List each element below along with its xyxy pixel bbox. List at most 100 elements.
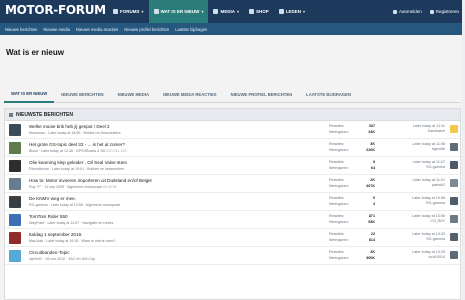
thread-pages[interactable]: 220 221 222 xyxy=(107,149,127,153)
last-post-user[interactable]: SG-gamma xyxy=(381,237,445,241)
nav-item-media[interactable]: MEDIA ▾ xyxy=(208,0,244,23)
views-count: 93K xyxy=(368,219,375,224)
login-label: Aanmelden xyxy=(398,9,422,14)
register-link[interactable]: Registreren xyxy=(429,9,459,14)
avatar[interactable] xyxy=(450,197,458,205)
tab-nieuwe-berichten[interactable]: NIEUWE BERICHTEN xyxy=(54,87,110,103)
avatar[interactable] xyxy=(450,179,458,187)
thread-thumbnail[interactable] xyxy=(9,250,21,262)
sub-navigation: Nieuwe berichten Nieuwe media Nieuwe med… xyxy=(0,23,465,35)
avatar[interactable] xyxy=(450,161,458,169)
avatar[interactable] xyxy=(450,143,458,151)
last-post-user[interactable]: patroik2 xyxy=(381,183,445,187)
last-post-time[interactable]: Later today at 10:39 xyxy=(412,232,445,236)
last-post-user[interactable]: Kamikatze xyxy=(381,129,445,133)
thread-stats: Reacties: 3K Weergaven: 300K xyxy=(329,250,375,261)
last-post-time[interactable]: Later today at 10:35 xyxy=(412,250,445,254)
last-post-user[interactable]: bgmolfe xyxy=(381,147,445,151)
last-post: Later today at 11:11 Kamikatze xyxy=(381,124,445,133)
thread-title[interactable]: De KNMV weg er mee. xyxy=(29,196,76,201)
thread-row[interactable]: Welke mooie brik heb jij gespot ! Deel 2… xyxy=(5,121,460,139)
avatar[interactable] xyxy=(450,125,458,133)
thread-thumbnail[interactable] xyxy=(9,214,21,226)
nav-item-forums[interactable]: FORUMS ▾ xyxy=(108,0,149,23)
views-label: Weergaven: xyxy=(329,129,349,134)
last-post-time[interactable]: Later today at 11:07 xyxy=(412,160,445,164)
last-post: Later today at 10:35 lord10014 xyxy=(381,250,445,259)
thread-row[interactable]: Olie kearning klep geleider , Oil Seal V… xyxy=(5,157,460,175)
last-post-time[interactable]: Later today at 10:58 xyxy=(412,196,445,200)
thread-meta-text: RG-gamma · Later today at 10:58 · Algeme… xyxy=(29,203,121,207)
tab-nieuwe-profiel-berichten[interactable]: NIEUWE PROFIEL BERICHTEN xyxy=(224,87,300,103)
thread-title[interactable]: Het grote GS-topic deel 33 - ... is het … xyxy=(29,142,125,147)
views-label: Weergaven: xyxy=(329,219,349,224)
media-icon xyxy=(213,9,219,14)
avatar[interactable] xyxy=(450,251,458,259)
last-post-user[interactable]: lord10014 xyxy=(381,255,445,259)
thread-stats: Reacties: 2K Weergaven: 407K xyxy=(329,178,375,189)
last-post-user[interactable]: SG-gamma xyxy=(381,165,445,169)
subnav-item[interactable]: Nieuwe profiel berichten xyxy=(124,27,169,32)
thread-title[interactable]: Welke mooie brik heb jij gespot ! Deel 2 xyxy=(29,124,110,129)
nav-item-label: WAT IS ER NIEUW xyxy=(160,9,200,14)
subnav-item[interactable]: Nieuwe berichten xyxy=(5,27,37,32)
thread-thumbnail[interactable] xyxy=(9,160,21,172)
thread-meta: RG-gamma · Later today at 10:58 · Algeme… xyxy=(29,203,120,207)
thread-row[interactable]: Het grote GS-topic deel 33 - ... is het … xyxy=(5,139,460,157)
tab-nieuwe-media-reacties[interactable]: NIEUWE MEDIA REACTIES xyxy=(156,87,224,103)
thread-meta-text: WayPoint · Later today at 11:07 · Naviga… xyxy=(29,221,114,225)
subnav-item[interactable]: Nieuwe media xyxy=(43,27,70,32)
nav-item-leden[interactable]: LEDEN ▾ xyxy=(274,0,310,23)
members-icon xyxy=(278,9,284,14)
avatar[interactable] xyxy=(450,215,458,223)
thread-title[interactable]: TomTom Rider 550 xyxy=(29,214,68,219)
thread-meta: Roy "F" · 12 sep 2009 · Algemene motorpr… xyxy=(29,185,117,189)
last-post-time[interactable]: Later today at 11:08 xyxy=(412,142,445,146)
thread-row[interactable]: Circuitbanden-Topic zijn9x02 · 28 nov 20… xyxy=(5,247,460,265)
login-link[interactable]: Aanmelden xyxy=(392,9,422,14)
last-post: Later today at 11:07 SG-gamma xyxy=(381,160,445,169)
thread-stats: Reacties: 337 Weergaven: 24K xyxy=(329,124,375,135)
subnav-item[interactable]: Laatste bijdragen xyxy=(175,27,207,32)
last-post-time[interactable]: Later today at 10:56 xyxy=(412,214,445,218)
thread-row[interactable]: TomTom Rider 550 WayPoint · Later today … xyxy=(5,211,460,229)
thread-thumbnail[interactable] xyxy=(9,178,21,190)
nav-item-shop[interactable]: SHOP xyxy=(244,0,274,23)
views-count: 814 xyxy=(368,237,375,242)
thread-stats: Reacties: 0 Weergaven: 4 xyxy=(329,196,375,207)
views-label: Weergaven: xyxy=(329,255,349,260)
thread-meta: MacJosk · Later today at 16:16 · Waar te… xyxy=(29,239,116,243)
tab-laatste-bijdragen[interactable]: LAATSTE BIJDRAGEN xyxy=(299,87,358,103)
thread-row[interactable]: How to: Motor invoeren importeren uit Du… xyxy=(5,175,460,193)
thread-row[interactable]: De KNMV weg er mee. RG-gamma · Later tod… xyxy=(5,193,460,211)
last-post-user[interactable]: RG-gamma xyxy=(381,201,445,205)
thread-thumbnail[interactable] xyxy=(9,196,21,208)
news-icon xyxy=(153,9,159,14)
views-count: 300K xyxy=(366,255,375,260)
thread-title[interactable]: Circuitbanden-Topic xyxy=(29,250,70,255)
last-post-user[interactable]: CG_B0Y xyxy=(381,219,445,223)
thread-title[interactable]: Olie kearning klep geleider , Oil Seal V… xyxy=(29,160,127,165)
thread-thumbnail[interactable] xyxy=(9,232,21,244)
views-count: 24K xyxy=(368,129,375,134)
thread-title[interactable]: How to: Motor invoeren importeren uit Du… xyxy=(29,178,152,183)
thread-list: Welke mooie brik heb jij gespot ! Deel 2… xyxy=(5,121,460,265)
thread-thumbnail[interactable] xyxy=(9,142,21,154)
last-post-time[interactable]: Later today at 11:11 xyxy=(413,124,445,128)
thread-thumbnail[interactable] xyxy=(9,124,21,136)
thread-title[interactable]: Italdag 1 september 2019. xyxy=(29,232,82,237)
subnav-item[interactable]: Nieuwe media reacties xyxy=(76,27,118,32)
site-logo[interactable]: MOTOR-FORUM xyxy=(5,3,106,17)
thread-row[interactable]: Italdag 1 september 2019. MacJosk · Late… xyxy=(5,229,460,247)
tab-wat-is-er-nieuw[interactable]: WAT IS ER NIEUW xyxy=(4,87,55,103)
last-post-time[interactable]: Later today at 11:01 xyxy=(412,178,445,182)
tab-nieuwe-media[interactable]: NIEUWE MEDIA xyxy=(111,87,156,103)
views-count: 64 xyxy=(370,165,375,170)
nav-item-wat-is-er-nieuw[interactable]: WAT IS ER NIEUW ▾ xyxy=(148,0,209,23)
thread-meta: Bluck · Later today at 12:48 · GPS4Roads… xyxy=(29,149,127,153)
nav-item-label: LEDEN xyxy=(285,9,301,14)
last-post: Later today at 10:56 CG_B0Y xyxy=(381,214,445,223)
views-count: 4 xyxy=(372,201,375,206)
thread-pages[interactable]: 48 49 50 xyxy=(103,185,117,189)
avatar[interactable] xyxy=(450,233,458,241)
